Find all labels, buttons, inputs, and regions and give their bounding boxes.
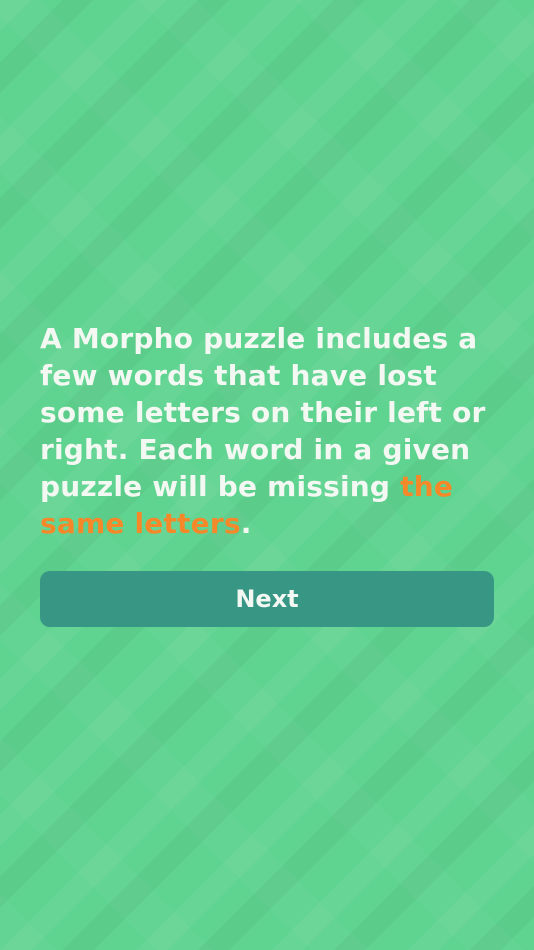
intro-text-after: . bbox=[240, 507, 252, 540]
tutorial-screen: A Morpho puzzle includes a few words tha… bbox=[0, 0, 534, 950]
intro-paragraph: A Morpho puzzle includes a few words tha… bbox=[40, 320, 500, 542]
next-button[interactable]: Next bbox=[40, 571, 494, 627]
